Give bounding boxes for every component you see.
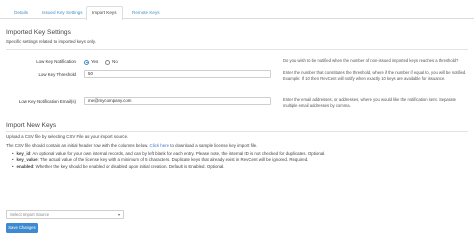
sample-file-link[interactable]: Click here: [150, 143, 170, 148]
low-key-notification-yes-radio[interactable]: [84, 59, 89, 65]
csv-instructions-suffix: to download a sample license key import …: [170, 143, 258, 148]
low-key-notification-label: Low Key Notification: [36, 59, 76, 64]
low-key-notification-help: Do you wish to be notified when the numb…: [283, 58, 459, 63]
column-desc: : Whether the key should be enabled or d…: [33, 163, 225, 169]
column-desc: : An optional value for your own interna…: [30, 151, 326, 156]
csv-instructions-prefix: The CSV file should contain an initial h…: [6, 143, 149, 148]
save-changes-button[interactable]: Save Changes: [6, 223, 38, 233]
import-source-placeholder: Select Import Source: [10, 212, 50, 217]
section-divider: [6, 131, 468, 132]
section-divider: [6, 49, 468, 50]
column-desc: : The actual value of the license key wi…: [37, 157, 309, 163]
import-new-keys-subtitle: Upload a CSV file by selecting CSV File …: [6, 134, 129, 139]
csv-column-list: key_id: An optional value for your own i…: [12, 151, 452, 170]
tab-remote-keys[interactable]: Remote Keys: [126, 6, 166, 19]
tab-details[interactable]: Details: [8, 6, 34, 19]
list-item: enabled: Whether the key should be enabl…: [12, 164, 452, 170]
csv-instructions: The CSV file should contain an initial h…: [6, 143, 257, 149]
notification-email-label: Low Key Notification Email(s): [18, 99, 76, 104]
radio-label-yes: Yes: [91, 59, 99, 65]
notification-email-help: Enter the email addresses, or addresses,…: [283, 97, 456, 108]
tab-import-keys[interactable]: Import Keys: [86, 6, 123, 20]
chevron-down-icon: ▾: [117, 212, 120, 217]
column-name: key_id: [16, 151, 31, 156]
low-key-notification-radio-group: Yes No: [84, 59, 125, 65]
low-key-threshold-label: Low Key Threshold: [38, 72, 76, 77]
tab-bar: Details Issued Key Settings Import Keys …: [0, 0, 474, 20]
radio-label-no: No: [112, 59, 118, 65]
import-source-select[interactable]: Select Import Source ▾: [6, 210, 124, 219]
imported-key-settings-title: Imported Key Settings: [6, 29, 71, 36]
import-new-keys-title: Import New Keys: [6, 122, 57, 129]
notification-email-input[interactable]: me@mycompany.com: [84, 97, 271, 105]
imported-key-settings-subtitle: Specific settings related to imported ke…: [6, 39, 96, 44]
column-name: enabled: [16, 163, 34, 169]
low-key-threshold-help: Enter the number that constitutes the th…: [283, 70, 467, 81]
low-key-notification-no-radio[interactable]: [105, 59, 111, 65]
tab-issued-key-settings[interactable]: Issued Key Settings: [36, 6, 89, 19]
low-key-threshold-input[interactable]: 50: [84, 70, 271, 78]
column-name: key_value: [16, 157, 38, 163]
